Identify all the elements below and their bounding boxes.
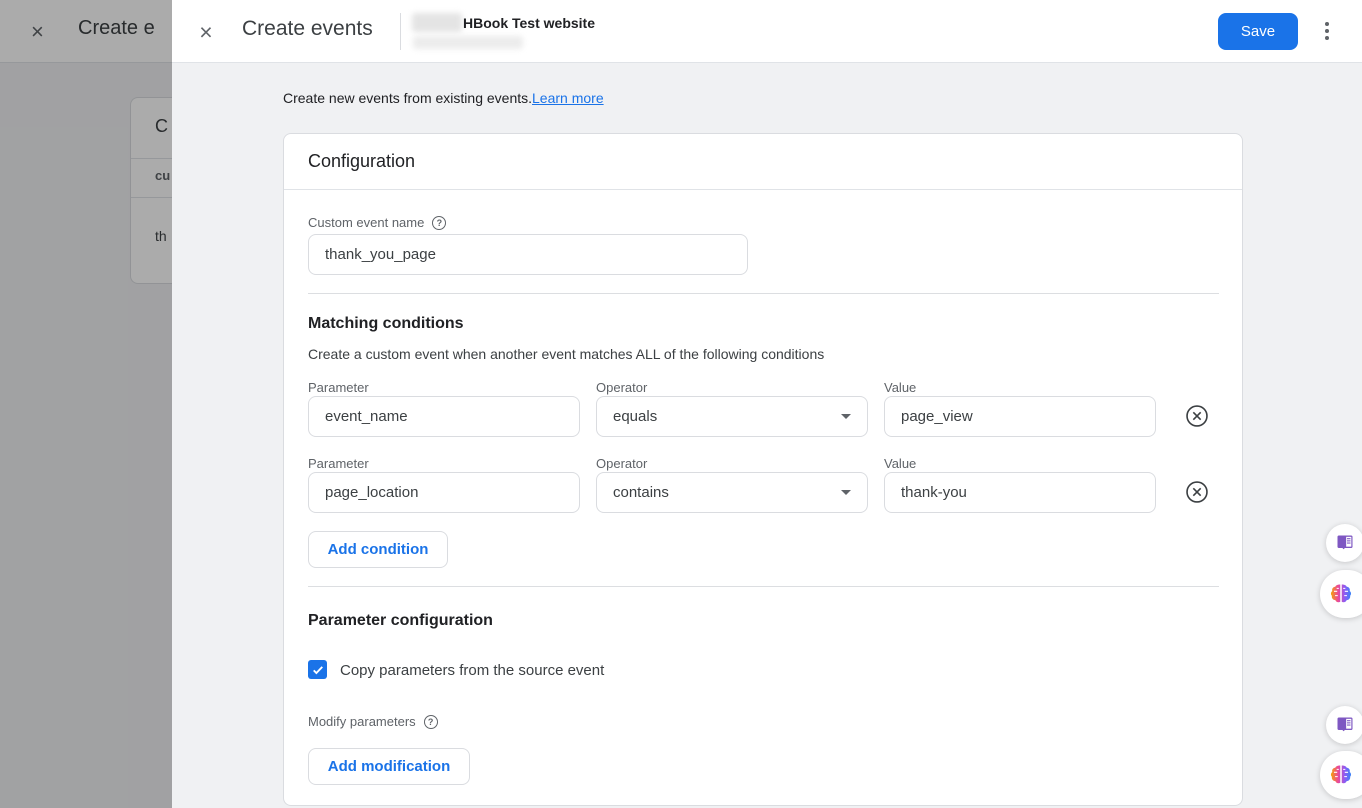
create-event-panel: × Create events HBook Test website Save … xyxy=(172,0,1362,808)
parameter-label: Parameter xyxy=(308,456,369,471)
condition-1-parameter-input[interactable] xyxy=(308,396,580,437)
redacted-property-id xyxy=(412,13,462,32)
custom-event-name-label: Custom event name ? xyxy=(308,215,446,230)
matching-conditions-title: Matching conditions xyxy=(308,315,464,333)
brain-icon xyxy=(1328,581,1354,607)
book-icon xyxy=(1335,533,1355,553)
add-condition-button[interactable]: Add condition xyxy=(308,531,448,568)
operator-label: Operator xyxy=(596,380,647,395)
screen: × Create e C cu th × Create events HBook… xyxy=(0,0,1362,808)
divider xyxy=(308,586,1219,587)
property-name: HBook Test website xyxy=(463,15,595,31)
more-options-icon[interactable] xyxy=(1314,18,1340,44)
configuration-title: Configuration xyxy=(308,151,415,172)
copy-parameters-label: Copy parameters from the source event xyxy=(340,662,604,679)
panel-header: × Create events HBook Test website Save xyxy=(172,0,1362,63)
help-icon[interactable]: ? xyxy=(424,715,438,729)
condition-2-operator-select[interactable]: contains xyxy=(596,472,868,513)
brain-widget-button[interactable] xyxy=(1320,570,1362,618)
intro-text: Create new events from existing events.L… xyxy=(283,90,604,106)
close-icon[interactable]: × xyxy=(193,19,219,45)
chevron-down-icon xyxy=(841,414,851,419)
condition-1-value-input[interactable] xyxy=(884,396,1156,437)
brain-widget-button[interactable] xyxy=(1320,751,1362,799)
save-button[interactable]: Save xyxy=(1218,13,1298,50)
divider xyxy=(284,189,1242,190)
brain-icon xyxy=(1328,762,1354,788)
parameter-configuration-title: Parameter configuration xyxy=(308,612,493,630)
dimmed-background-page: × Create e C cu th xyxy=(0,0,172,808)
value-label: Value xyxy=(884,380,916,395)
condition-1-remove-icon[interactable] xyxy=(1184,403,1210,429)
value-label: Value xyxy=(884,456,916,471)
condition-2-parameter-input[interactable] xyxy=(308,472,580,513)
book-widget-button[interactable] xyxy=(1326,706,1362,744)
parameter-label: Parameter xyxy=(308,380,369,395)
header-divider xyxy=(400,13,401,50)
matching-conditions-subtitle: Create a custom event when another event… xyxy=(308,346,824,362)
redacted-property-subtitle xyxy=(413,36,523,49)
custom-event-name-input[interactable] xyxy=(308,234,748,275)
book-icon xyxy=(1335,715,1355,735)
condition-1-operator-select[interactable]: equals xyxy=(596,396,868,437)
chevron-down-icon xyxy=(841,490,851,495)
book-widget-button[interactable] xyxy=(1326,524,1362,562)
operator-label: Operator xyxy=(596,456,647,471)
learn-more-link[interactable]: Learn more xyxy=(532,90,604,106)
condition-2-remove-icon[interactable] xyxy=(1184,479,1210,505)
help-icon[interactable]: ? xyxy=(432,216,446,230)
add-modification-button[interactable]: Add modification xyxy=(308,748,470,785)
panel-title: Create events xyxy=(242,17,373,41)
intro-sentence: Create new events from existing events. xyxy=(283,90,532,106)
condition-2-value-input[interactable] xyxy=(884,472,1156,513)
divider xyxy=(308,293,1219,294)
modal-scrim[interactable] xyxy=(0,0,172,808)
copy-parameters-checkbox[interactable] xyxy=(308,660,327,679)
panel-body: Create new events from existing events.L… xyxy=(172,63,1362,808)
configuration-card: Configuration Custom event name ? Matchi… xyxy=(283,133,1243,806)
modify-parameters-label: Modify parameters ? xyxy=(308,714,438,729)
